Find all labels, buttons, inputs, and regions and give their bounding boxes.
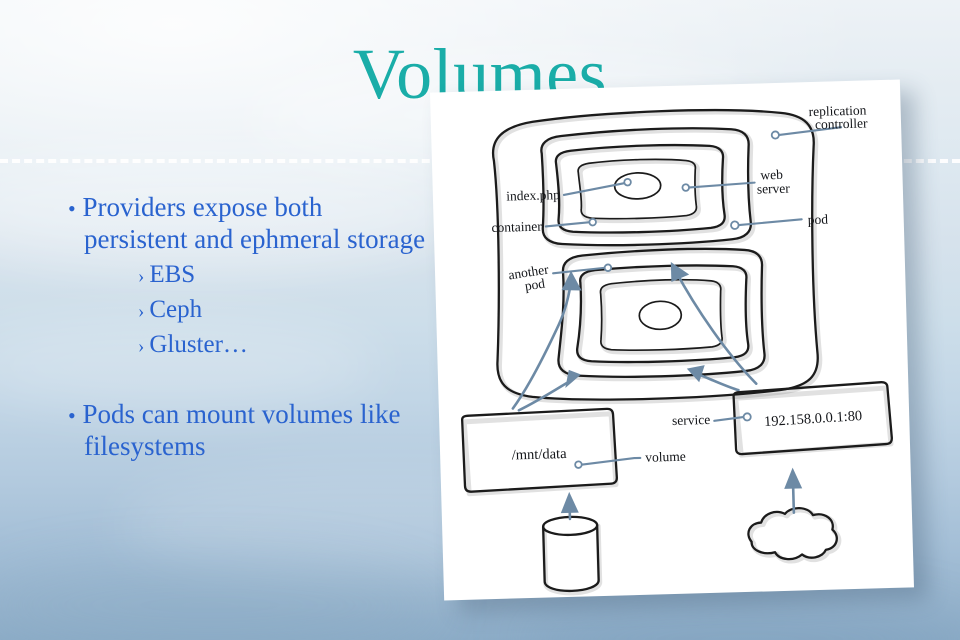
connector-cloud-to-service: [784, 467, 803, 514]
index-php-ellipse-top: [613, 172, 662, 200]
diagram-paper: /mnt/data 192.158.0.0.1:80 replication c…: [429, 79, 915, 601]
bullet-marker: •: [68, 403, 76, 428]
index-php-ellipse-bottom: [638, 300, 683, 331]
label-container-text: container: [491, 219, 542, 235]
architecture-diagram: /mnt/data 192.158.0.0.1:80 replication c…: [460, 102, 894, 596]
label-service-text: service: [672, 412, 711, 428]
label-web-server-line2: server: [757, 181, 791, 197]
network-cloud: [747, 506, 842, 564]
sub-bullet-item: › EBS: [68, 258, 428, 293]
chevron-right-icon: ›: [138, 336, 145, 357]
bullet-group: • Providers expose both persistent and e…: [68, 192, 428, 363]
bullet-text: Providers expose both persistent and eph…: [82, 192, 426, 254]
bullet-item: • Pods can mount volumes like filesystem…: [68, 399, 428, 461]
sub-bullet-item: › Gluster…: [68, 328, 428, 363]
connector-volume-to-pod-top: [511, 270, 582, 410]
label-pod: pod: [730, 212, 828, 230]
bullet-list: • Providers expose both persistent and e…: [68, 192, 428, 465]
connector-disk-to-volume: [560, 491, 579, 521]
web-server-top: [577, 158, 701, 224]
sub-bullet-item: › Ceph: [68, 293, 428, 328]
volume-box-label: /mnt/data: [512, 446, 568, 464]
connector-volume-to-pod-bottom: [517, 369, 581, 412]
web-server-bottom: [599, 278, 727, 355]
label-volume-text: volume: [645, 449, 686, 465]
sub-bullet-text: Ceph: [149, 296, 203, 323]
label-another-pod-line2: pod: [524, 276, 547, 294]
connector-service-to-pod-top: [670, 262, 758, 385]
label-replication-controller-line2: controller: [815, 115, 868, 131]
bullet-item: • Providers expose both persistent and e…: [68, 192, 428, 254]
background-wisp: [520, 600, 960, 640]
bullet-marker: •: [68, 196, 76, 221]
sub-bullet-text: Gluster…: [149, 331, 248, 358]
bullet-group: • Pods can mount volumes like filesystem…: [68, 399, 428, 461]
bullet-text: Pods can mount volumes like filesystems: [82, 399, 401, 461]
disk-cylinder: [541, 515, 603, 596]
label-pod-text: pod: [807, 212, 828, 228]
label-volume: volume: [574, 449, 686, 469]
service-box-label: 192.158.0.0.1:80: [764, 408, 863, 430]
slide-canvas: Volumes • Providers expose both persiste…: [0, 0, 960, 640]
chevron-right-icon: ›: [138, 266, 145, 287]
label-index-php: index.php: [506, 177, 632, 204]
volume-box: /mnt/data: [460, 407, 619, 497]
diagram-paper-container: /mnt/data 192.158.0.0.1:80 replication c…: [429, 79, 917, 606]
label-replication-controller: replication controller: [770, 102, 868, 140]
chevron-right-icon: ›: [138, 301, 145, 322]
sub-bullet-text: EBS: [149, 261, 196, 288]
background-wisp: [0, 560, 440, 640]
label-another-pod: another pod: [507, 261, 613, 294]
label-index-php-text: index.php: [506, 187, 560, 203]
